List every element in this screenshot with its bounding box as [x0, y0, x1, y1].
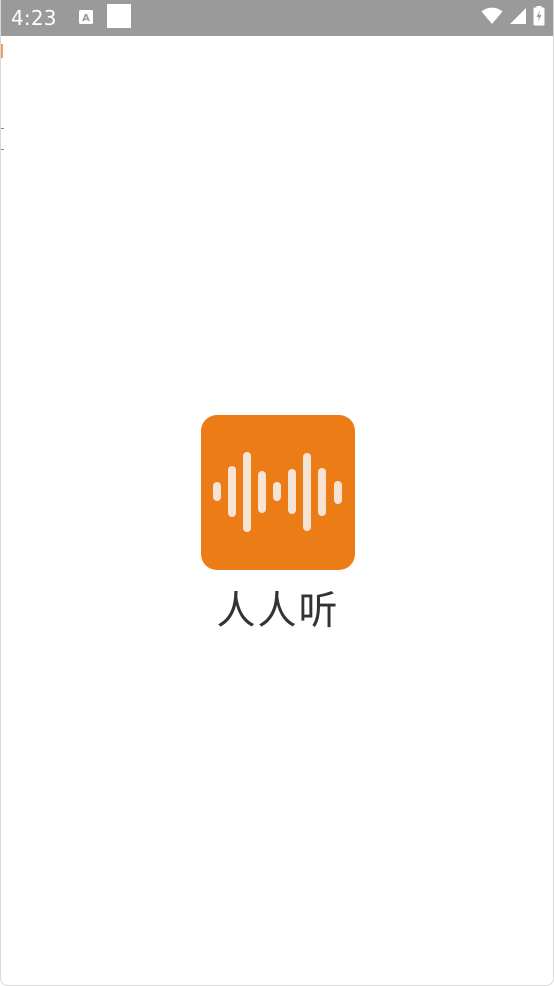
- edge-artifact: [1, 44, 3, 58]
- font-a-icon: A: [78, 9, 93, 28]
- app-logo: [201, 415, 355, 570]
- wifi-icon: [481, 7, 503, 29]
- audio-waveform-icon: [213, 452, 342, 532]
- status-bar: 4:23 A: [1, 0, 553, 36]
- app-name: 人人听: [216, 589, 340, 634]
- blank-square-icon: [106, 4, 131, 32]
- status-notification-icons: A: [78, 4, 131, 32]
- status-system-icons: [481, 6, 545, 30]
- edge-artifact: [1, 128, 4, 150]
- cell-signal-icon: [509, 7, 527, 29]
- status-time: 4:23: [11, 6, 57, 30]
- battery-charging-icon: [533, 6, 545, 30]
- svg-text:A: A: [82, 13, 90, 24]
- splash-content: 人人听: [1, 415, 553, 634]
- splash-screen: 4:23 A 人人听: [0, 0, 554, 986]
